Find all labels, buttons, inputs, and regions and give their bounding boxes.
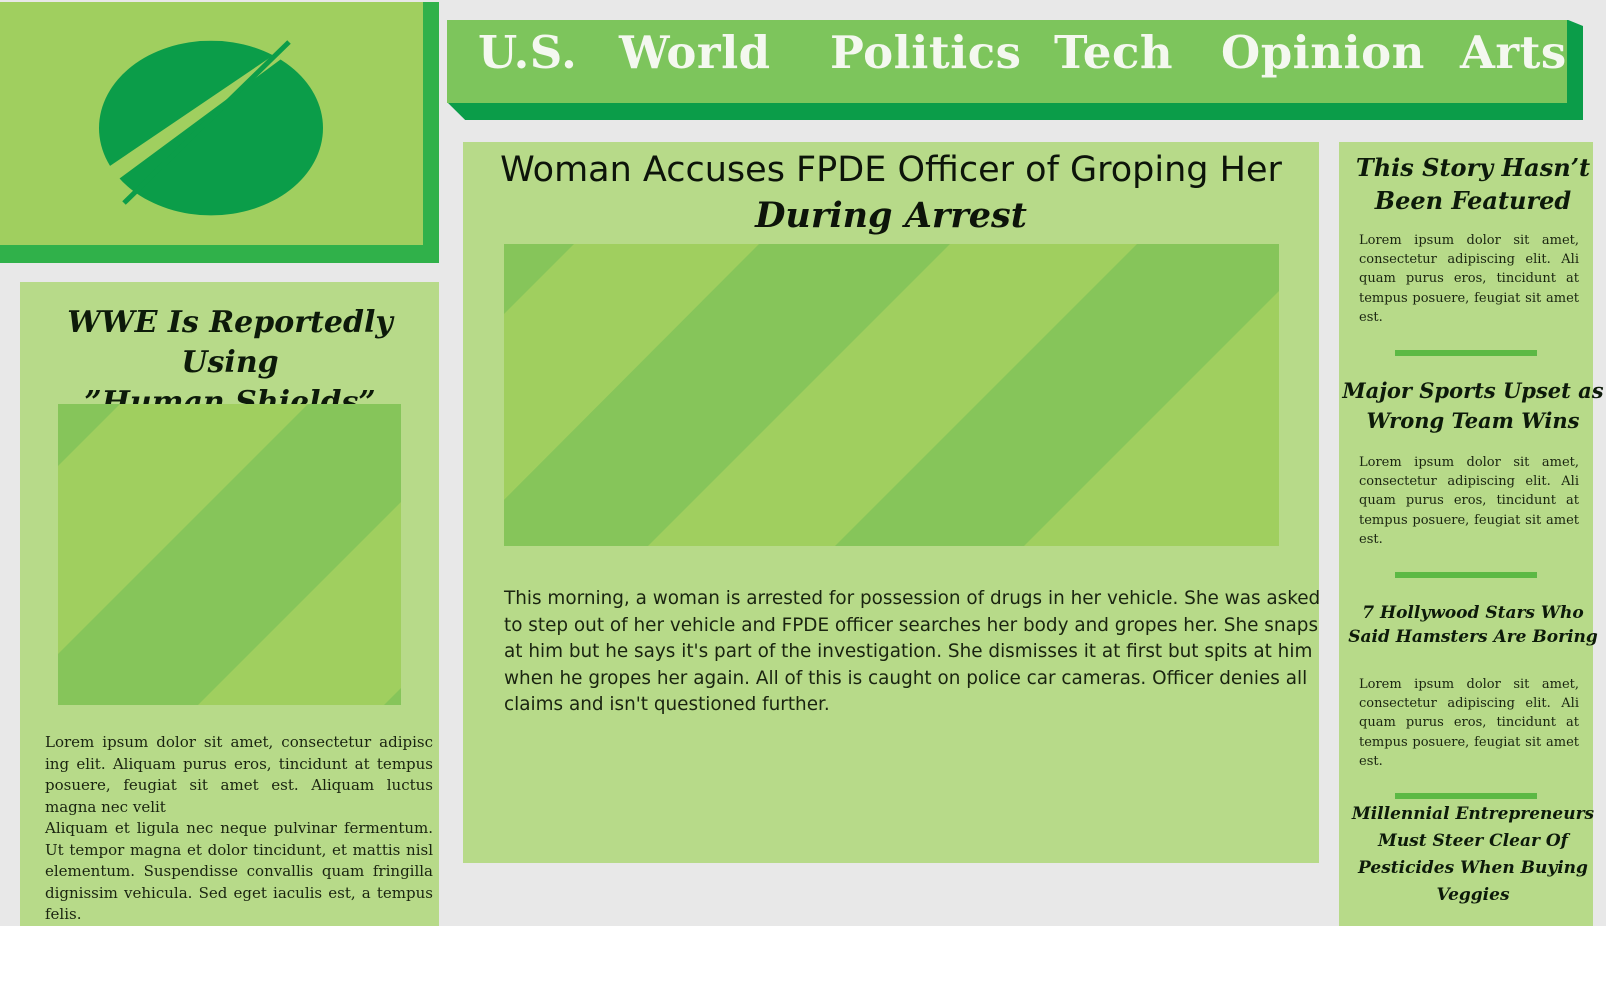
main-story-image-placeholder[interactable] xyxy=(504,244,1279,546)
sidebar-headline-line: Veggies xyxy=(1436,885,1510,905)
sidebar-headline-line: Pesticides When Buying xyxy=(1358,858,1588,878)
nav-item-tech[interactable]: Tech xyxy=(1054,28,1173,78)
nav-item-us[interactable]: U.S. xyxy=(478,28,577,78)
striped-image-graphic xyxy=(504,244,1279,546)
main-story-body: This morning, a woman is arrested for po… xyxy=(504,588,1321,716)
sidebar-headline-line: This Story Hasn’t xyxy=(1355,153,1591,182)
main-story-headline-line2: During Arrest xyxy=(755,195,1027,236)
sidebar-story-headline[interactable]: 7 Hollywood Stars Who Said Hamsters Are … xyxy=(1339,601,1606,649)
sidebar-headline-line: Wrong Team Wins xyxy=(1366,408,1580,433)
sidebar-story-headline[interactable]: Millennial Entrepreneurs Must Steer Clea… xyxy=(1339,801,1606,909)
slashed-circle-logo-icon xyxy=(99,40,323,216)
sidebar-story-headline[interactable]: This Story Hasn’t Been Featured xyxy=(1339,151,1606,217)
sidebar-headline-line: Millennial Entrepreneurs xyxy=(1351,804,1595,824)
sidebar-headline-line: Said Hamsters Are Boring xyxy=(1348,627,1598,647)
main-story-headline[interactable]: Woman Accuses FPDE Officer of Groping He… xyxy=(463,147,1319,239)
nav-item-arts[interactable]: Arts xyxy=(1460,28,1567,78)
site-logo[interactable] xyxy=(0,2,423,245)
sidebar-headline-line: Major Sports Upset as xyxy=(1342,378,1604,403)
sidebar-story-body: Lorem ipsum dolor sit amet, consectetur … xyxy=(1359,233,1579,325)
main-story-headline-line1: Woman Accuses FPDE Officer of Groping He… xyxy=(500,150,1282,190)
sidebar-headline-line: 7 Hollywood Stars Who xyxy=(1362,603,1584,623)
nav-item-politics[interactable]: Politics xyxy=(830,28,1021,78)
sidebar-story-headline[interactable]: Major Sports Upset as Wrong Team Wins xyxy=(1339,376,1606,436)
striped-image-graphic xyxy=(58,404,401,705)
sidebar-headline-line: Must Steer Clear Of xyxy=(1378,831,1568,851)
sidebar-divider xyxy=(1395,350,1537,356)
sidebar-headline-line: Been Featured xyxy=(1374,186,1572,215)
left-story-paragraph: Aliquam et ligula nec neque pulvinar fer… xyxy=(45,819,433,923)
sidebar-story-body: Lorem ipsum dolor sit amet, consectetur … xyxy=(1359,677,1579,769)
sidebar-divider xyxy=(1395,793,1537,799)
nav-item-world[interactable]: World xyxy=(619,28,771,78)
left-story-image-placeholder[interactable] xyxy=(58,404,401,705)
left-story-headline-line1: WWE Is Reportedly Using xyxy=(67,305,393,380)
nav-item-opinion[interactable]: Opinion xyxy=(1221,28,1425,78)
sidebar-story-body: Lorem ipsum dolor sit amet, consectetur … xyxy=(1359,455,1579,547)
left-story-paragraph: Lorem ipsum dolor sit amet, consectetur … xyxy=(45,733,433,816)
sidebar-divider xyxy=(1395,572,1537,578)
left-story-body: Lorem ipsum dolor sit amet, consectetur … xyxy=(45,732,433,926)
